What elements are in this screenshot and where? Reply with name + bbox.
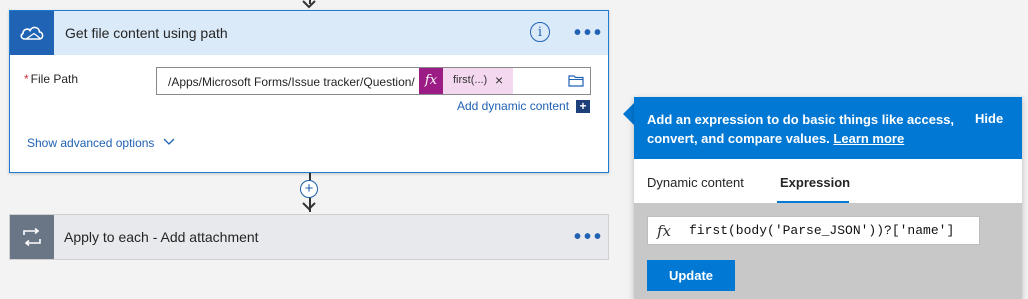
card-header[interactable]: Get file content using path i ••• xyxy=(10,11,608,55)
add-dynamic-content-plus-icon[interactable]: + xyxy=(576,100,590,113)
popup-pointer xyxy=(623,103,634,125)
card-title: Get file content using path xyxy=(65,25,228,41)
more-options-icon[interactable]: ••• xyxy=(574,227,604,247)
more-options-icon[interactable]: ••• xyxy=(574,23,604,43)
action-card-get-file-content: Get file content using path i ••• * File … xyxy=(9,10,609,173)
popup-description: Add an expression to do basic things lik… xyxy=(647,110,957,148)
onedrive-cloud-icon xyxy=(10,11,54,55)
update-button[interactable]: Update xyxy=(647,260,735,291)
fx-icon: fx xyxy=(657,222,672,240)
file-path-label: * File Path xyxy=(24,72,78,86)
tab-expression[interactable]: Expression xyxy=(780,175,850,190)
required-marker: * xyxy=(24,72,29,86)
action-card-apply-to-each[interactable]: Apply to each - Add attachment ••• xyxy=(9,214,609,260)
file-path-value: /Apps/Microsoft Forms/Issue tracker/Ques… xyxy=(168,75,415,89)
folder-icon[interactable] xyxy=(568,74,584,87)
expression-popup: Add an expression to do basic things lik… xyxy=(634,97,1022,299)
learn-more-link[interactable]: Learn more xyxy=(833,131,904,146)
expression-token[interactable]: fx first(...) × xyxy=(419,68,513,94)
expression-area: fx first(body('Parse_JSON'))?['name'] Up… xyxy=(634,203,1022,299)
loop-icon xyxy=(10,215,54,259)
hide-button[interactable]: Hide xyxy=(975,111,1003,126)
file-path-label-text: File Path xyxy=(30,72,79,86)
expression-text: first(body('Parse_JSON'))?['name'] xyxy=(689,223,955,238)
token-remove-icon[interactable]: × xyxy=(495,72,503,88)
tab-dynamic-content[interactable]: Dynamic content xyxy=(647,175,744,190)
add-dynamic-content-link[interactable]: Add dynamic content xyxy=(457,99,569,113)
popup-header: Add an expression to do basic things lik… xyxy=(634,97,1022,159)
insert-step-button[interactable]: + xyxy=(300,180,318,198)
fx-icon: fx xyxy=(419,68,443,94)
token-label: first(...) xyxy=(453,74,488,86)
file-path-input[interactable]: /Apps/Microsoft Forms/Issue tracker/Ques… xyxy=(156,67,591,95)
arrow-down-icon xyxy=(302,202,316,211)
info-icon[interactable]: i xyxy=(530,22,550,42)
popup-description-text: Add an expression to do basic things lik… xyxy=(647,112,955,146)
card-title: Apply to each - Add attachment xyxy=(64,229,259,245)
expression-input[interactable]: fx first(body('Parse_JSON'))?['name'] xyxy=(647,216,980,245)
chevron-down-icon[interactable] xyxy=(162,136,176,146)
show-advanced-options-link[interactable]: Show advanced options xyxy=(27,136,154,150)
arrow-down-icon xyxy=(302,0,316,9)
